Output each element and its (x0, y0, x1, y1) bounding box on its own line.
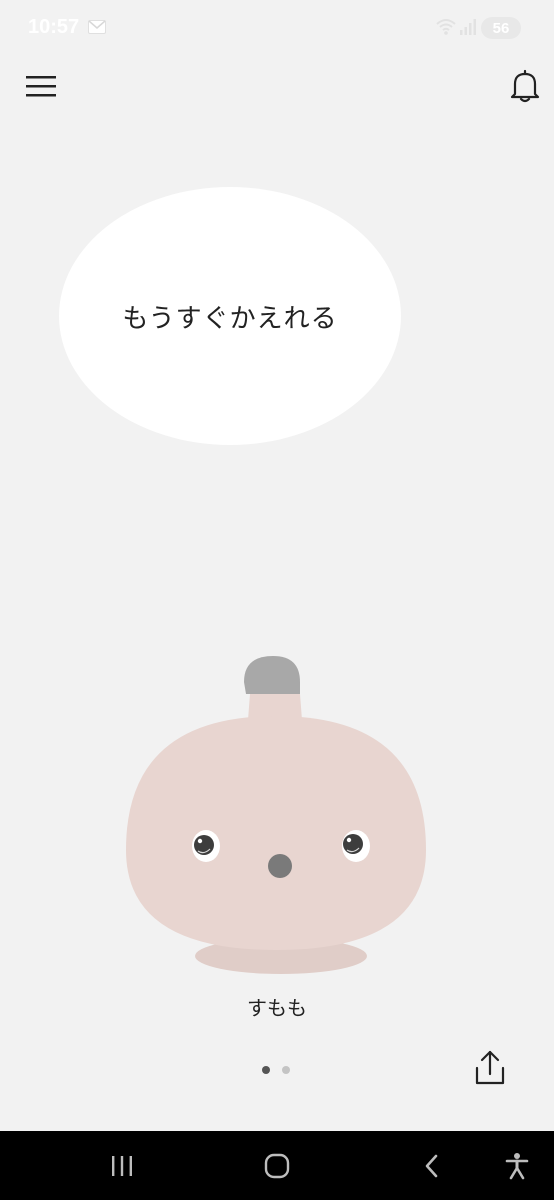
left-eye (192, 830, 220, 862)
robot-nose (268, 854, 292, 878)
navigation-bar (0, 1131, 554, 1200)
robot-avatar[interactable] (120, 650, 432, 984)
hamburger-menu-icon[interactable] (24, 70, 58, 102)
back-icon[interactable] (402, 1131, 462, 1200)
battery-icon: 56 (481, 17, 521, 39)
status-bar: 10:57 56 (0, 0, 554, 56)
page-dot-1[interactable] (262, 1066, 270, 1074)
page-indicator (262, 1066, 290, 1076)
share-icon[interactable] (472, 1048, 508, 1088)
speech-bubble: もうすぐかえれる (59, 187, 401, 445)
status-time: 10:57 (28, 16, 80, 38)
home-icon[interactable] (247, 1131, 307, 1200)
accessibility-icon[interactable] (487, 1131, 547, 1200)
wifi-icon (436, 19, 456, 35)
mail-icon (88, 20, 106, 34)
robot-name: すもも (247, 996, 307, 1020)
speech-text: もうすぐかえれる (122, 303, 338, 334)
page-dot-2[interactable] (282, 1066, 290, 1074)
bell-icon[interactable] (508, 68, 542, 104)
right-eye (342, 830, 370, 862)
battery-level: 56 (492, 19, 510, 37)
recent-apps-icon[interactable] (92, 1131, 152, 1200)
signal-icon (460, 19, 476, 35)
